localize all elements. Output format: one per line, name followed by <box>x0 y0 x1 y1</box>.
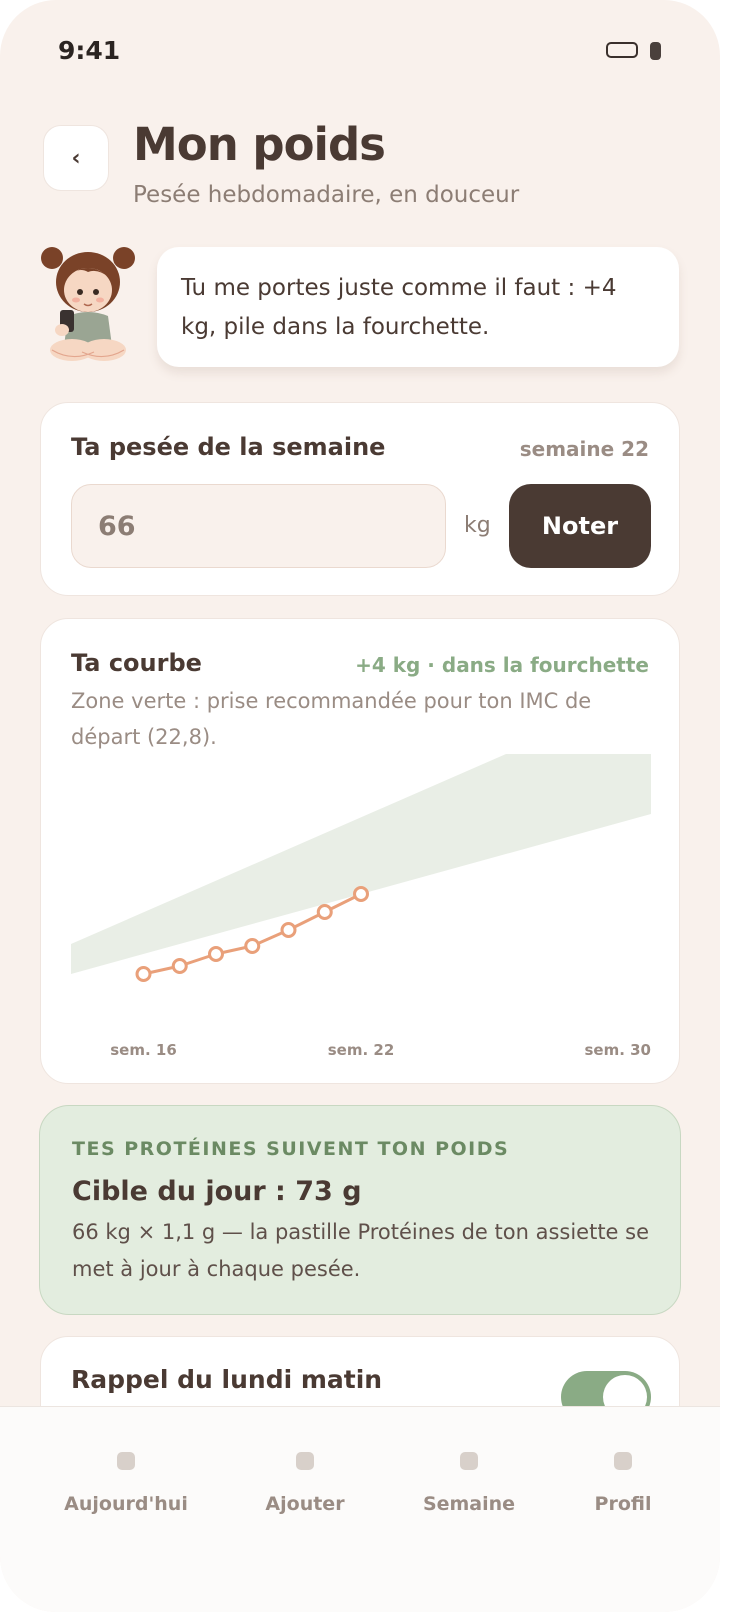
battery-icon <box>606 42 638 58</box>
tab-label: Aujourd'hui <box>64 1493 188 1515</box>
status-time: 9:41 <box>58 36 121 65</box>
weigh-in-title: Ta pesée de la semaine <box>71 433 386 461</box>
x-tick-label: sem. 22 <box>328 1041 395 1059</box>
weight-point <box>280 922 297 938</box>
reminder-title: Rappel du lundi matin <box>71 1365 383 1394</box>
weight-point <box>353 886 369 902</box>
weight-point <box>316 904 333 920</box>
weight-point <box>171 958 188 974</box>
week-icon <box>460 1452 478 1470</box>
x-tick-label: sem. 16 <box>110 1041 177 1059</box>
protein-description: 66 kg × 1,1 g — la pastille Protéines de… <box>72 1220 650 1281</box>
x-tick-label: sem. 30 <box>584 1041 651 1059</box>
tab-label: Semaine <box>422 1493 516 1515</box>
page-title: Mon poids <box>133 118 386 171</box>
weight-chart: sem. 16 sem. 22 sem. 30 <box>71 754 651 1059</box>
phone-screen: 9:41 ‹ Mon poids Pesée hebdomadaire, en … <box>0 0 720 1612</box>
add-icon <box>296 1452 314 1470</box>
weight-point <box>208 946 224 962</box>
protein-card: TES PROTÉINES SUIVENT TON POIDS Cible du… <box>39 1105 681 1315</box>
recommended-range-band <box>71 754 651 974</box>
signal-icon <box>650 42 661 60</box>
weight-curve-card: Ta courbe +4 kg · dans la fourchette Zon… <box>40 618 680 1084</box>
tab-bar: Aujourd'hui Ajouter Semaine Profil <box>0 1406 720 1612</box>
page-subtitle: Pesée hebdomadaire, en douceur <box>133 182 520 208</box>
today-icon <box>117 1452 135 1470</box>
tab-label: Ajouter <box>265 1493 345 1515</box>
weight-input[interactable] <box>71 484 446 568</box>
tab-label: Profil <box>594 1493 652 1515</box>
weight-point <box>244 938 261 954</box>
protein-target: Cible du jour : 73 g <box>72 1176 362 1207</box>
weigh-in-card: Ta pesée de la semaine semaine 22 kg Not… <box>40 402 680 596</box>
profile-icon <box>614 1452 632 1470</box>
back-button[interactable]: ‹ <box>43 125 109 191</box>
mascot-message: Tu me portes juste comme il faut : +4 kg… <box>157 247 679 367</box>
note-weight-button[interactable]: Noter <box>509 484 651 568</box>
week-label: semaine 22 <box>519 437 649 461</box>
protein-kicker: TES PROTÉINES SUIVENT TON POIDS <box>72 1138 510 1160</box>
baby-mascot-icon <box>41 247 135 361</box>
weight-unit: kg <box>464 513 491 538</box>
weight-point <box>135 966 152 982</box>
